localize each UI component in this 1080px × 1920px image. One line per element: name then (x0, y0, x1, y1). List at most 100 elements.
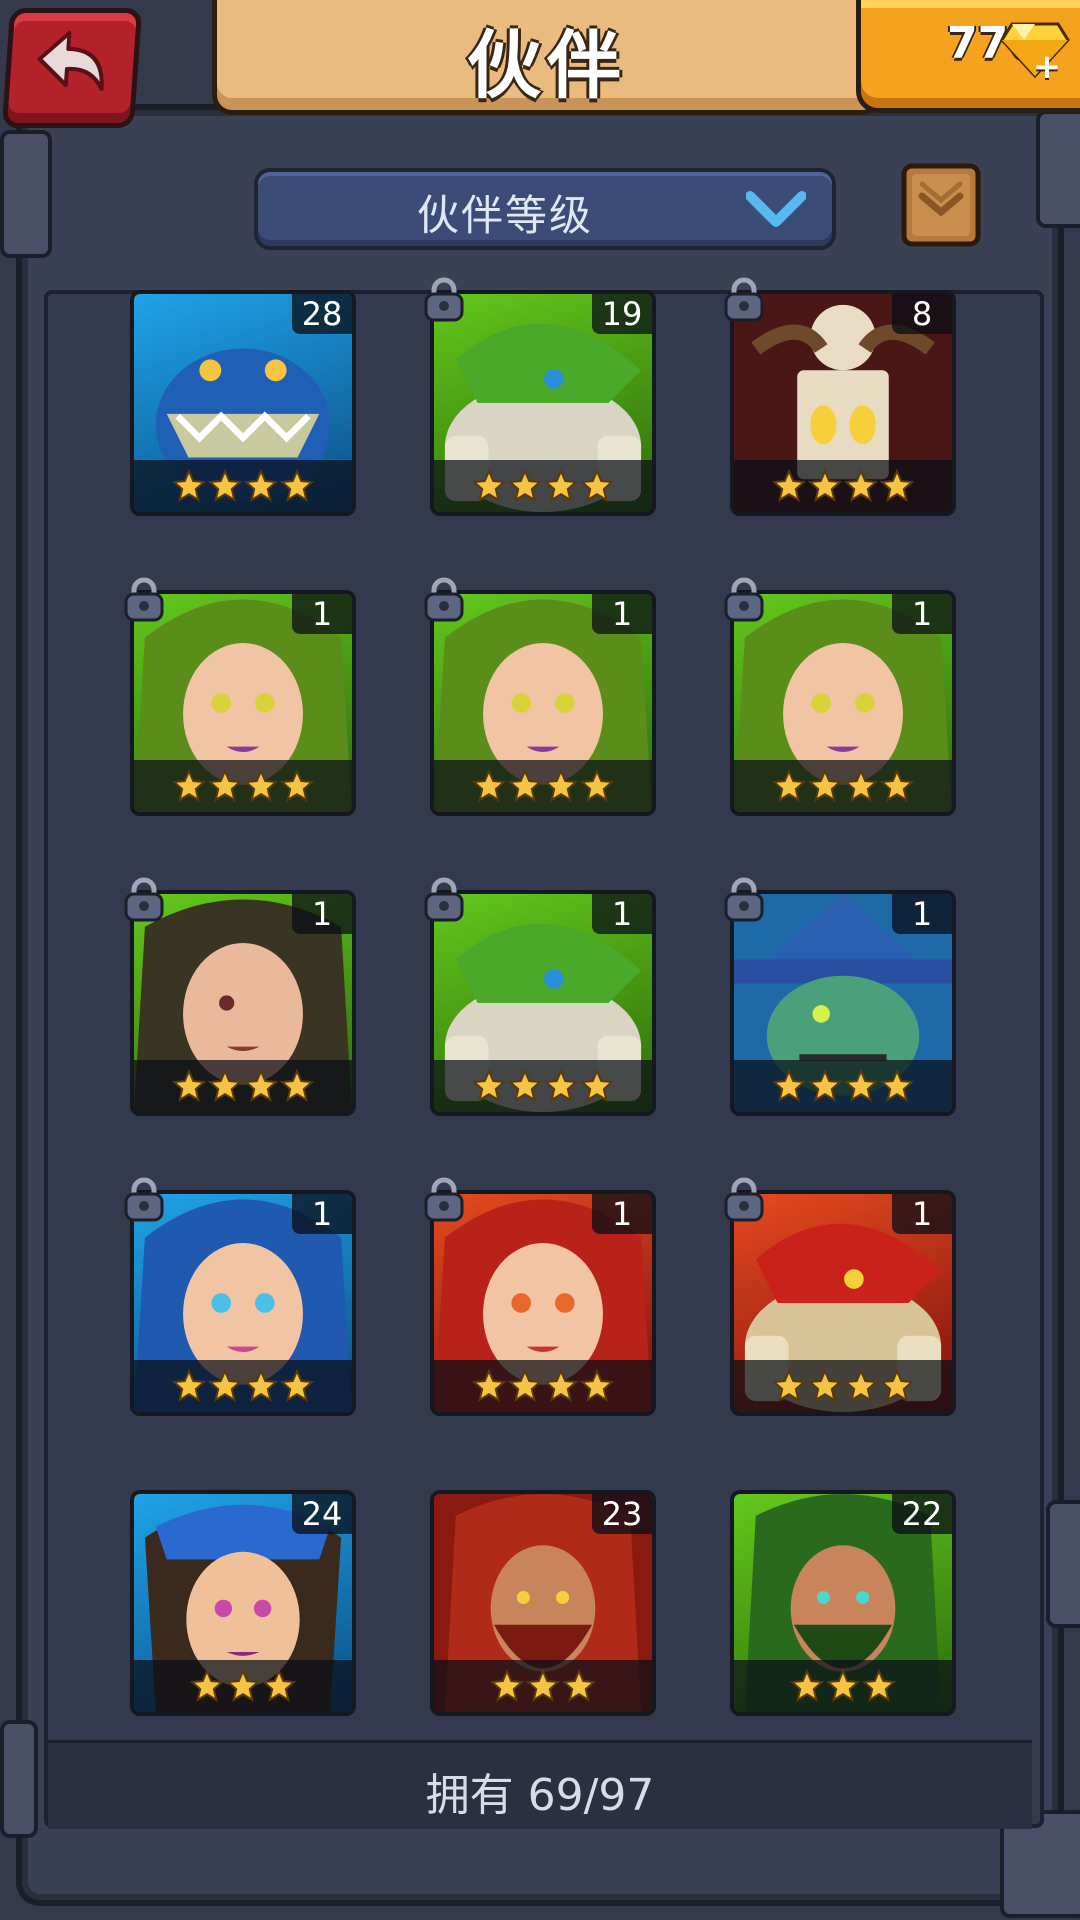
sort-dropdown-label: 伙伴等级 (416, 191, 593, 240)
star-icon (580, 1369, 614, 1402)
companion-level: 22 (892, 1494, 952, 1534)
star-icon (880, 469, 914, 502)
star-icon (472, 1369, 506, 1402)
star-rating (134, 1660, 352, 1712)
star-rating (434, 1060, 652, 1112)
title-banner: 伙伴 (212, 0, 882, 115)
star-rating (134, 460, 352, 512)
star-rating (434, 1660, 652, 1712)
scroll-menu-icon[interactable] (896, 160, 986, 250)
lock-icon (420, 1176, 468, 1224)
companion-level: 1 (292, 594, 352, 634)
lock-icon (720, 876, 768, 924)
star-icon (772, 1069, 806, 1102)
star-icon (172, 769, 206, 802)
star-icon (844, 469, 878, 502)
star-icon (772, 1369, 806, 1402)
companion-level: 1 (592, 594, 652, 634)
companion-level: 28 (292, 294, 352, 334)
star-icon (844, 1069, 878, 1102)
star-icon (580, 469, 614, 502)
star-rating (134, 1360, 352, 1412)
star-icon (790, 1669, 824, 1702)
companion-level: 1 (292, 894, 352, 934)
star-icon (226, 1669, 260, 1702)
star-icon (244, 469, 278, 502)
star-rating (434, 760, 652, 812)
lock-icon (420, 876, 468, 924)
back-arrow-icon (37, 31, 104, 91)
star-icon (208, 469, 242, 502)
companion-level: 1 (292, 1194, 352, 1234)
lock-icon (720, 276, 768, 324)
star-icon (862, 1669, 896, 1702)
companion-level: 23 (592, 1494, 652, 1534)
frame-rock-right-bottom (1046, 1500, 1080, 1628)
companion-card[interactable]: 22 (730, 1490, 956, 1716)
star-icon (844, 769, 878, 802)
lock-icon (120, 876, 168, 924)
companion-level: 1 (592, 1194, 652, 1234)
star-icon (508, 769, 542, 802)
star-rating (434, 1360, 652, 1412)
star-icon (580, 769, 614, 802)
star-icon (580, 1069, 614, 1102)
lock-icon (720, 576, 768, 624)
star-rating (734, 1360, 952, 1412)
star-rating (134, 760, 352, 812)
lock-icon (120, 576, 168, 624)
chevron-down-icon (746, 191, 806, 227)
star-icon (472, 1069, 506, 1102)
companion-level: 19 (592, 294, 652, 334)
star-rating (734, 1060, 952, 1112)
page-title: 伙伴 (467, 23, 627, 109)
back-button[interactable] (1, 8, 143, 128)
star-icon (808, 1069, 842, 1102)
star-icon (208, 1369, 242, 1402)
star-icon (508, 469, 542, 502)
star-icon (808, 769, 842, 802)
star-icon (190, 1669, 224, 1702)
companion-level: 1 (892, 594, 952, 634)
star-icon (472, 769, 506, 802)
star-icon (280, 1069, 314, 1102)
lock-icon (420, 276, 468, 324)
companion-card[interactable]: 23 (430, 1490, 656, 1716)
star-icon (262, 1669, 296, 1702)
star-icon (544, 469, 578, 502)
star-icon (880, 769, 914, 802)
star-icon (526, 1669, 560, 1702)
sort-dropdown[interactable]: 伙伴等级 (254, 168, 836, 250)
star-icon (772, 769, 806, 802)
owned-count-text: 拥有 69/97 (425, 1770, 655, 1821)
star-rating (734, 460, 952, 512)
companion-level: 8 (892, 294, 952, 334)
lock-icon (720, 1176, 768, 1224)
frame-rock-left (0, 130, 52, 258)
star-icon (490, 1669, 524, 1702)
star-rating (734, 760, 952, 812)
star-icon (808, 469, 842, 502)
companion-level: 24 (292, 1494, 352, 1534)
star-icon (562, 1669, 596, 1702)
companion-card[interactable]: 24 (130, 1490, 356, 1716)
star-icon (544, 769, 578, 802)
star-icon (172, 1369, 206, 1402)
frame-rock-left-bottom (0, 1720, 38, 1838)
star-icon (472, 469, 506, 502)
star-icon (280, 469, 314, 502)
star-icon (880, 1369, 914, 1402)
star-icon (244, 1069, 278, 1102)
star-icon (172, 469, 206, 502)
star-rating (434, 460, 652, 512)
companion-level: 1 (592, 894, 652, 934)
frame-rock-right (1036, 110, 1080, 228)
star-icon (508, 1069, 542, 1102)
add-gems-button[interactable]: + (1030, 50, 1064, 86)
star-icon (172, 1069, 206, 1102)
star-icon (280, 769, 314, 802)
star-icon (244, 769, 278, 802)
star-icon (208, 1069, 242, 1102)
companion-card[interactable]: 28 (130, 290, 356, 516)
lock-icon (120, 1176, 168, 1224)
